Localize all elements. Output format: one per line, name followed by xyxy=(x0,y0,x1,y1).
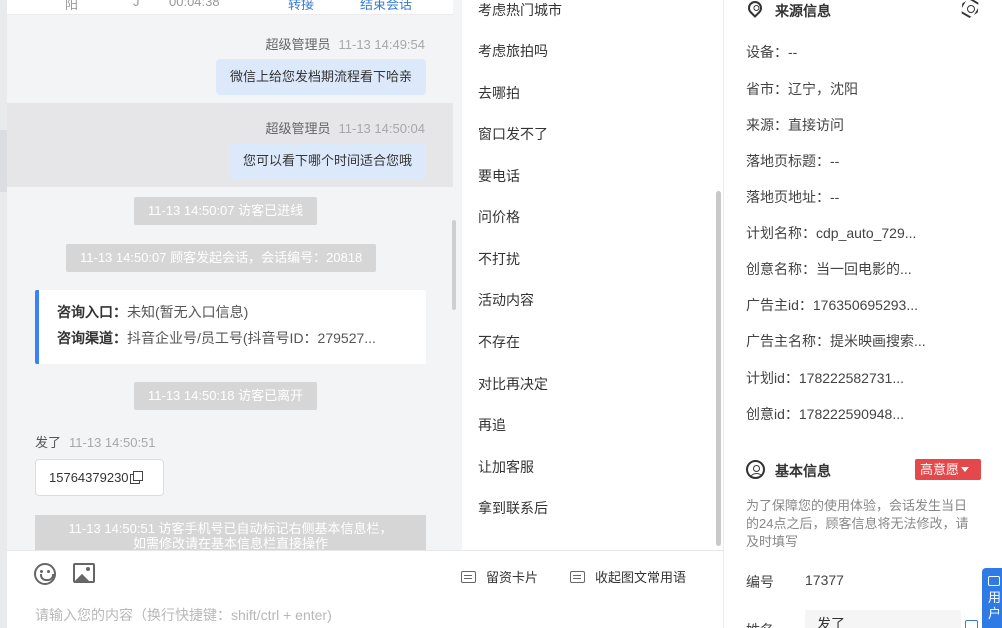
system-left: 11-13 14:50:18 访客已离开 xyxy=(134,382,318,410)
chat-scrollbar[interactable] xyxy=(452,220,456,310)
name-field[interactable]: 发了 xyxy=(805,610,961,628)
user-float-button[interactable]: 用户 xyxy=(982,568,1002,628)
source-device: 设备：-- xyxy=(746,44,798,60)
source-title: 来源信息 xyxy=(775,3,831,19)
consult-info-card: 咨询入口：未知(暂无入口信息) 咨询渠道：抖音企业号/员工号(抖音号ID：279… xyxy=(35,290,426,364)
visitor-phone: 15764379230 xyxy=(49,470,129,485)
chat-panel: 阳 J 00:04:38 转接 结束会话 超级管理员 11-13 14:49:54… xyxy=(0,0,462,628)
quick-reply-item[interactable]: 不存在 xyxy=(478,332,520,352)
message-meta: 超级管理员 11-13 14:50:04 xyxy=(265,118,425,137)
quick-reply-item[interactable]: 窗口发不了 xyxy=(478,124,548,144)
source-advertiser-id: 广告主id：176350695293... xyxy=(746,297,918,313)
basic-info-title: 基本信息 xyxy=(775,463,831,479)
quick-reply-item[interactable]: 再追 xyxy=(478,415,506,435)
quick-reply-item[interactable]: 要电话 xyxy=(478,166,520,186)
consult-entry-value: 未知(暂无入口信息) xyxy=(127,304,249,320)
quick-reply-item[interactable]: 问价格 xyxy=(478,207,520,227)
gear-icon[interactable] xyxy=(961,0,979,17)
quick-reply-panel: 考虑热门城市 考虑旅拍吗 去哪拍 窗口发不了 要电话 问价格 不打扰 活动内容 … xyxy=(462,0,724,550)
source-plan-id: 计划id：178222582731... xyxy=(746,370,904,386)
id-value: 17377 xyxy=(805,572,844,588)
consult-channel-row: 咨询渠道：抖音企业号/员工号(抖音号ID：279527... xyxy=(57,328,407,354)
copy-icon[interactable] xyxy=(965,620,978,628)
message-sender: 超级管理员 xyxy=(265,37,331,52)
system-auto-mark-line2: 如需修改请在基本信息栏直接操作 xyxy=(132,536,328,551)
lead-card-label: 留资卡片 xyxy=(486,570,539,585)
message-bubble: 微信上给您发档期流程看下哈亲 xyxy=(215,59,426,95)
session-cell: J xyxy=(133,0,140,9)
message-time: 11-13 14:50:04 xyxy=(338,121,426,136)
quick-reply-scrollbar[interactable] xyxy=(716,191,721,546)
quick-reply-item[interactable]: 去哪拍 xyxy=(478,83,520,103)
visitor-name: 发了 xyxy=(35,435,62,450)
quick-reply-item[interactable]: 拿到联系后 xyxy=(478,498,548,518)
caret-down-icon xyxy=(961,467,970,472)
edit-notice: 为了保障您的使用体验，会话发生当日的24点之后，顾客信息将无法修改，请及时填写 xyxy=(746,498,969,549)
quick-reply-item[interactable]: 考虑热门城市 xyxy=(478,0,562,20)
visitor-meta: 发了 11-13 14:50:51 xyxy=(35,432,156,451)
source-creative-name: 创意名称：当一回电影的... xyxy=(746,261,912,277)
quick-reply-item[interactable]: 对比再决定 xyxy=(478,374,548,394)
message-meta: 超级管理员 11-13 14:49:54 xyxy=(265,34,425,53)
session-duration: 00:04:38 xyxy=(169,0,220,9)
name-label: 姓名 xyxy=(746,620,774,628)
quick-reply-item[interactable]: 考虑旅拍吗 xyxy=(478,41,548,61)
transfer-link[interactable]: 转接 xyxy=(288,0,314,13)
collapse-phrases-button[interactable]: 收起图文常用语 xyxy=(570,567,686,586)
visitor-time: 11-13 14:50:51 xyxy=(69,435,156,450)
end-chat-link[interactable]: 结束会话 xyxy=(360,0,412,13)
source-creative-id: 创意id：178222590948... xyxy=(746,406,904,422)
user-circle-icon xyxy=(746,460,765,479)
copy-icon[interactable] xyxy=(129,471,143,484)
chat-left-edge xyxy=(0,0,7,628)
source-header: 来源信息 xyxy=(724,0,1002,20)
chat-left-edge-marker xyxy=(0,130,7,192)
quick-reply-item[interactable]: 不打扰 xyxy=(478,249,520,269)
collapse-phrases-label: 收起图文常用语 xyxy=(595,570,687,585)
source-landing-url: 落地页地址：-- xyxy=(746,189,840,205)
lead-card-button[interactable]: 留资卡片 xyxy=(461,567,538,586)
source-province-city: 省市：辽宁，沈阳 xyxy=(746,81,858,97)
location-pin-icon xyxy=(745,0,765,18)
system-auto-mark: 11-13 14:50:51 访客手机号已自动标记右侧基本信息栏， 如需修改请在… xyxy=(35,515,426,552)
consult-entry-row: 咨询入口：未知(暂无入口信息) xyxy=(57,302,407,328)
system-auto-mark-line1: 11-13 14:50:51 访客手机号已自动标记右侧基本信息栏， xyxy=(68,521,393,536)
consult-entry-label: 咨询入口： xyxy=(57,304,127,320)
consult-channel-label: 咨询渠道： xyxy=(57,330,127,346)
chat-icon xyxy=(988,576,1000,586)
system-session-started: 11-13 14:50:07 顾客发起会话，会话编号：20818 xyxy=(66,244,377,272)
source-advertiser-name: 广告主名称：提米映画搜索... xyxy=(746,333,926,349)
customer-info-panel: 来源信息 设备：-- 省市：辽宁，沈阳 来源：直接访问 落地页标题：-- 落地页… xyxy=(724,0,1002,628)
message-time: 11-13 14:49:54 xyxy=(338,37,426,52)
source-origin: 来源：直接访问 xyxy=(746,117,844,133)
emoji-icon[interactable] xyxy=(34,563,56,585)
system-entered: 11-13 14:50:07 访客已进线 xyxy=(134,197,318,225)
message-input[interactable]: 请输入您的内容（换行快捷键：shift/ctrl + enter) xyxy=(35,605,332,625)
session-header-row: 阳 J 00:04:38 转接 结束会话 xyxy=(7,0,453,15)
image-icon[interactable] xyxy=(73,563,95,583)
session-cell: 阳 xyxy=(65,0,79,12)
source-landing-title: 落地页标题：-- xyxy=(746,153,840,169)
message-composer: 留资卡片 收起图文常用语 请输入您的内容（换行快捷键：shift/ctrl + … xyxy=(7,550,723,628)
message-list-icon xyxy=(570,571,585,583)
quick-reply-item[interactable]: 活动内容 xyxy=(478,290,534,310)
visitor-phone-message: 15764379230 xyxy=(35,459,164,496)
message-sender: 超级管理员 xyxy=(265,121,331,136)
id-label: 编号 xyxy=(746,574,774,590)
float-label: 用户 xyxy=(988,590,1002,621)
message-card-icon xyxy=(461,571,476,583)
message-bubble: 您可以看下哪个时间适合您哦 xyxy=(228,143,426,179)
consult-channel-value: 抖音企业号/员工号(抖音号ID：279527... xyxy=(127,330,376,346)
intent-label: 高意愿 xyxy=(920,462,960,477)
quick-reply-item[interactable]: 让加客服 xyxy=(478,457,534,477)
intent-dropdown[interactable]: 高意愿 xyxy=(915,459,981,480)
source-plan-name: 计划名称：cdp_auto_729... xyxy=(746,225,917,241)
